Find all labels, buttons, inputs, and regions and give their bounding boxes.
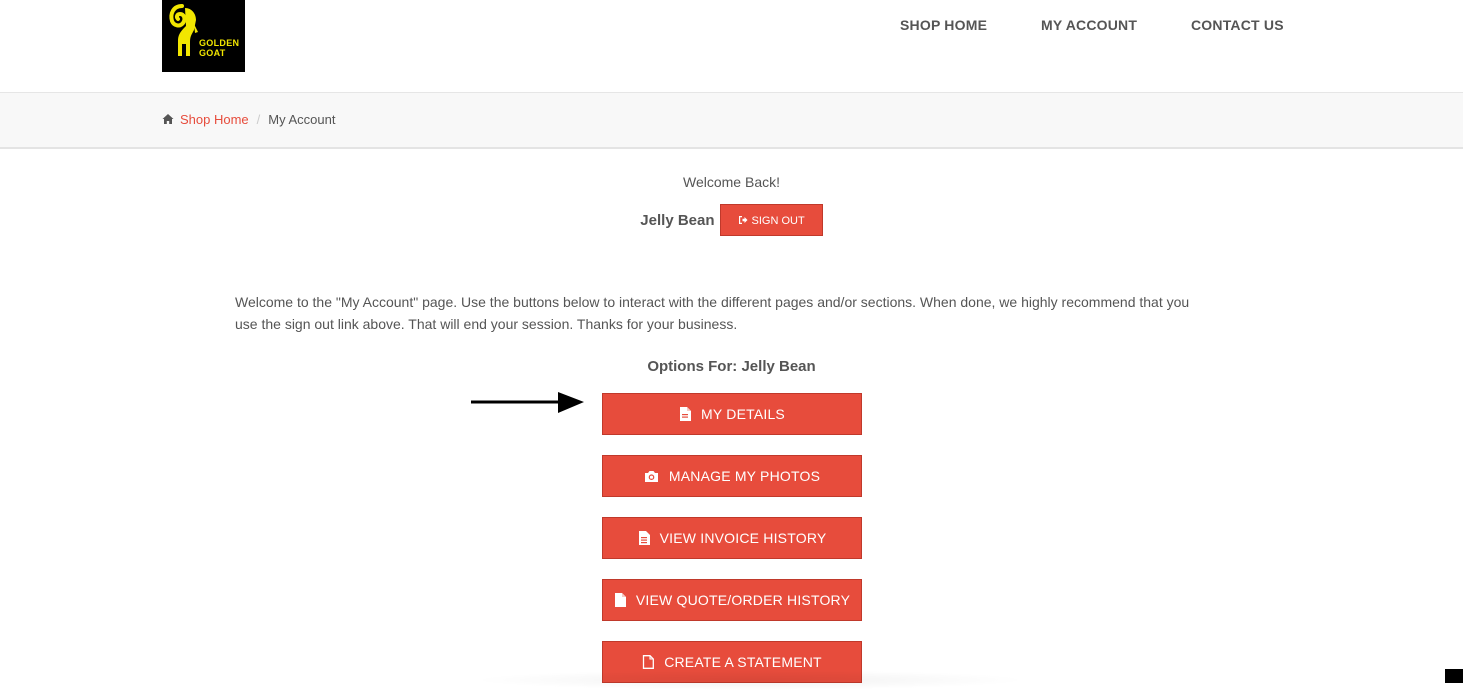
corner-widget[interactable] bbox=[1445, 669, 1463, 683]
sign-out-button[interactable]: SIGN OUT bbox=[719, 204, 823, 236]
main-nav: SHOP HOME MY ACCOUNT CONTACT US bbox=[0, 17, 1463, 37]
breadcrumb-current: My Account bbox=[268, 112, 336, 127]
view-invoice-history-button[interactable]: VIEW INVOICE HISTORY bbox=[602, 517, 862, 559]
my-details-button[interactable]: MY DETAILS bbox=[602, 393, 862, 435]
options-title: Options For: Jelly Bean bbox=[647, 358, 816, 375]
file-icon bbox=[680, 407, 692, 421]
arrow-annotation bbox=[471, 392, 584, 413]
my-details-label: MY DETAILS bbox=[701, 406, 785, 422]
file-icon bbox=[614, 593, 626, 607]
nav-contact-us[interactable]: CONTACT US bbox=[1191, 17, 1284, 33]
breadcrumb-separator: / bbox=[256, 112, 261, 127]
breadcrumb-bar: Shop Home / My Account bbox=[0, 93, 1463, 149]
view-invoice-history-label: VIEW INVOICE HISTORY bbox=[659, 530, 827, 546]
logo-text: GOLDEN GOAT bbox=[199, 38, 240, 58]
manage-my-photos-button[interactable]: MANAGE MY PHOTOS bbox=[602, 455, 862, 497]
site-header: GOLDEN GOAT SHOP HOME MY ACCOUNT CONTACT… bbox=[0, 0, 1463, 93]
view-quote-order-history-button[interactable]: VIEW QUOTE/ORDER HISTORY bbox=[602, 579, 862, 621]
intro-paragraph: Welcome to the "My Account" page. Use th… bbox=[235, 294, 1190, 332]
manage-my-photos-label: MANAGE MY PHOTOS bbox=[668, 468, 821, 484]
welcome-text: Welcome Back! bbox=[683, 174, 780, 190]
file-outline-icon bbox=[643, 655, 655, 669]
camera-icon bbox=[644, 470, 658, 482]
breadcrumb-shop-home[interactable]: Shop Home bbox=[180, 112, 249, 127]
file-text-icon bbox=[638, 531, 650, 545]
nav-my-account[interactable]: MY ACCOUNT bbox=[1041, 17, 1137, 33]
view-quote-order-history-label: VIEW QUOTE/ORDER HISTORY bbox=[635, 592, 851, 608]
footer-shadow bbox=[470, 670, 1030, 690]
sign-out-label: SIGN OUT bbox=[751, 215, 805, 227]
user-row: Jelly Bean SIGN OUT bbox=[0, 204, 1463, 236]
user-name: Jelly Bean bbox=[640, 211, 715, 229]
create-a-statement-label: CREATE A STATEMENT bbox=[664, 654, 822, 670]
breadcrumb: Shop Home / My Account bbox=[162, 112, 335, 127]
sign-out-icon bbox=[738, 216, 748, 224]
home-icon bbox=[162, 114, 174, 124]
nav-shop-home[interactable]: SHOP HOME bbox=[900, 17, 987, 33]
